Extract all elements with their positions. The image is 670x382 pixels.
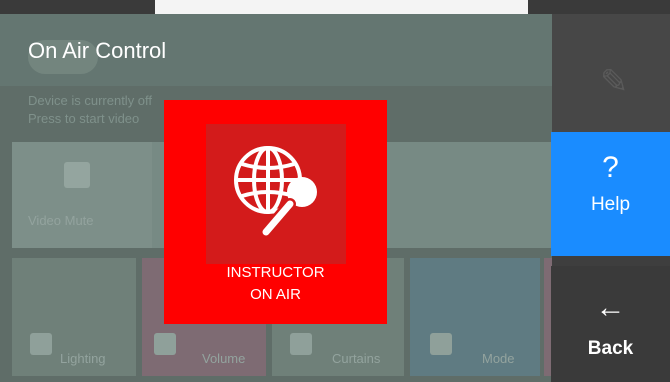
lightbulb-icon — [30, 333, 52, 355]
back-arrow-icon: ← — [595, 291, 626, 324]
lighting-label: Lighting — [60, 351, 106, 366]
on-air-label-line: INSTRUCTOR — [226, 264, 325, 281]
help-label: Help — [590, 194, 631, 215]
back-button[interactable]: ← Back — [551, 266, 670, 382]
on-air-label-line: ON AIR — [250, 286, 301, 303]
help-icon: ? — [602, 151, 619, 184]
mode-icon — [430, 333, 452, 355]
on-air-label: INSTRUCTOR ON AIR — [164, 262, 387, 306]
curtains-icon — [290, 333, 312, 355]
mode-tile[interactable] — [410, 258, 540, 376]
page-title: On Air Control — [28, 38, 167, 63]
mode-label: Mode — [482, 351, 515, 366]
top-strip — [155, 0, 528, 14]
video-mute-label: Video Mute — [28, 213, 94, 228]
speaker-icon — [154, 333, 176, 355]
help-button[interactable]: ? Help — [551, 132, 670, 256]
volume-label: Volume — [202, 351, 246, 366]
back-label: Back — [587, 338, 634, 359]
globe-microphone-icon — [234, 146, 317, 238]
curtains-label: Curtains — [332, 351, 381, 366]
video-mute-tile[interactable] — [12, 142, 152, 248]
pencil-icon: ✎ — [600, 63, 629, 101]
video-mute-icon — [64, 162, 90, 188]
